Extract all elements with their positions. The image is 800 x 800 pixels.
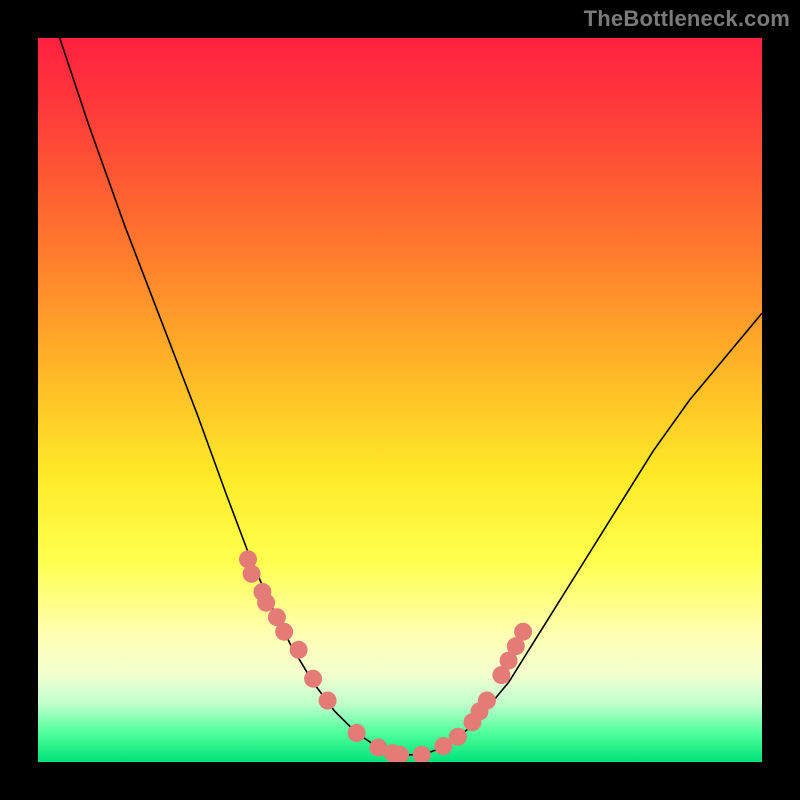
plot-svg bbox=[38, 38, 762, 762]
highlight-dot bbox=[319, 692, 337, 710]
bottleneck-curve bbox=[60, 38, 762, 755]
highlight-dots bbox=[239, 550, 532, 762]
highlight-dot bbox=[243, 565, 261, 583]
highlight-dot bbox=[478, 692, 496, 710]
highlight-dot bbox=[348, 724, 366, 742]
chart-frame: TheBottleneck.com bbox=[0, 0, 800, 800]
highlight-dot bbox=[514, 623, 532, 641]
highlight-dot bbox=[449, 728, 467, 746]
highlight-dot bbox=[257, 594, 275, 612]
highlight-dot bbox=[290, 641, 308, 659]
plot-area bbox=[38, 38, 762, 762]
highlight-dot bbox=[413, 746, 431, 762]
highlight-dot bbox=[304, 670, 322, 688]
highlight-dot bbox=[275, 623, 293, 641]
watermark-text: TheBottleneck.com bbox=[584, 6, 790, 32]
